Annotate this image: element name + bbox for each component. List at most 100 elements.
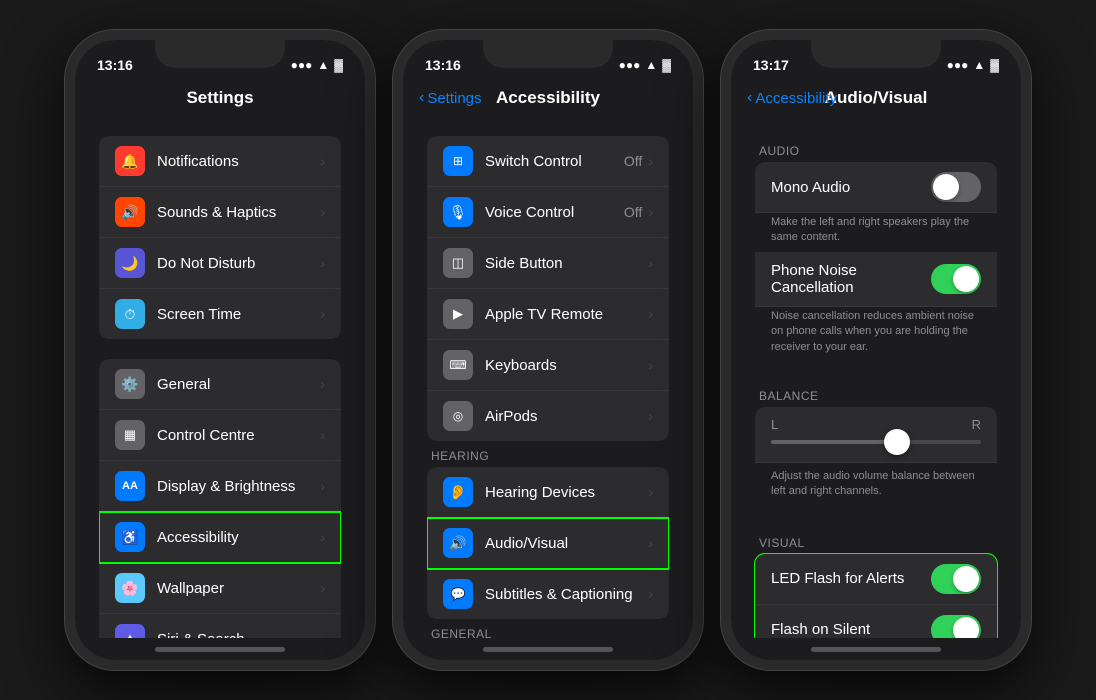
screentime-icon: ⏱ — [115, 299, 145, 329]
switchcontrol-value: Off — [624, 153, 642, 169]
flashsilent-toggle[interactable] — [931, 615, 981, 638]
list-item-airpods[interactable]: ◎ AirPods › — [427, 391, 669, 441]
settings-content-3: AUDIO Mono Audio Make the left and right… — [731, 116, 1021, 638]
section-2: ⚙️ General › ▦ Control Centre › AA Displ… — [99, 359, 341, 638]
list-item-screentime[interactable]: ⏱ Screen Time › — [99, 289, 341, 339]
toggle-knob — [953, 617, 979, 638]
chevron-icon: › — [320, 478, 325, 494]
list-item-subtitles[interactable]: 💬 Subtitles & Captioning › — [427, 569, 669, 619]
status-time-2: 13:16 — [425, 57, 461, 73]
slider-labels: L R — [771, 417, 981, 432]
phone-1: 13:16 ●●● ▲ ▓ Settings 🔔 Notification — [65, 30, 375, 670]
monoaudio-desc: Make the left and right speakers play th… — [755, 213, 997, 252]
list-item-flashsilent[interactable]: Flash on Silent — [755, 605, 997, 638]
list-item-audiovisual[interactable]: 🔊 Audio/Visual › — [427, 518, 669, 569]
page-title-1: Settings — [186, 88, 253, 108]
back-label-2: Settings — [427, 90, 481, 107]
voicecontrol-label: Voice Control — [485, 204, 624, 221]
back-chevron-icon-3: ‹ — [747, 89, 752, 107]
siri-label: Siri & Search — [157, 631, 320, 639]
ledflash-toggle[interactable] — [931, 564, 981, 594]
monoaudio-label: Mono Audio — [771, 179, 931, 196]
signal-icon: ●●● — [947, 58, 969, 72]
list-item-noisecancellation[interactable]: Phone Noise Cancellation — [755, 252, 997, 307]
home-indicator-3 — [731, 638, 1021, 660]
accessibility-label: Accessibility — [157, 529, 320, 546]
section-3-balance: L R Adjust the audio volume balance betw… — [755, 407, 997, 508]
toggle-knob — [953, 266, 979, 292]
general-label: General — [157, 376, 320, 393]
status-time-3: 13:17 — [753, 57, 789, 73]
keyboards-icon: ⌨ — [443, 350, 473, 380]
status-icons-2: ●●● ▲ ▓ — [619, 58, 671, 72]
battery-icon: ▓ — [662, 58, 671, 72]
sounds-icon: 🔊 — [115, 197, 145, 227]
dnd-label: Do Not Disturb — [157, 255, 320, 272]
chevron-icon: › — [320, 529, 325, 545]
list-item-dnd[interactable]: 🌙 Do Not Disturb › — [99, 238, 341, 289]
wallpaper-icon: 🌸 — [115, 573, 145, 603]
audio-header: AUDIO — [743, 136, 1009, 162]
chevron-icon: › — [320, 376, 325, 392]
voicecontrol-icon: 🎙 — [443, 197, 473, 227]
balance-item: L R — [755, 407, 997, 463]
list-item-keyboards[interactable]: ⌨ Keyboards › — [427, 340, 669, 391]
slider-thumb[interactable] — [884, 429, 910, 455]
noisecancellation-label: Phone Noise Cancellation — [771, 262, 931, 296]
notch-3 — [811, 40, 941, 68]
monoaudio-toggle[interactable] — [931, 172, 981, 202]
chevron-icon: › — [648, 204, 653, 220]
list-item-appleremote[interactable]: ▶ Apple TV Remote › — [427, 289, 669, 340]
chevron-icon: › — [648, 535, 653, 551]
sidebutton-label: Side Button — [485, 255, 648, 272]
audiovisual-label: Audio/Visual — [485, 535, 648, 552]
phone-2: 13:16 ●●● ▲ ▓ ‹ Settings Accessibility — [393, 30, 703, 670]
switchcontrol-icon: ⊞ — [443, 146, 473, 176]
balance-slider[interactable] — [771, 440, 981, 444]
list-item-wallpaper[interactable]: 🌸 Wallpaper › — [99, 563, 341, 614]
dnd-icon: 🌙 — [115, 248, 145, 278]
back-button-3[interactable]: ‹ Accessibility — [747, 89, 837, 107]
list-item-control[interactable]: ▦ Control Centre › — [99, 410, 341, 461]
signal-icon: ●●● — [291, 58, 313, 72]
status-icons-3: ●●● ▲ ▓ — [947, 58, 999, 72]
list-item-monoaudio[interactable]: Mono Audio — [755, 162, 997, 213]
list-item-switchcontrol[interactable]: ⊞ Switch Control Off › — [427, 136, 669, 187]
toggle-knob — [933, 174, 959, 200]
wifi-icon: ▲ — [317, 58, 329, 72]
chevron-icon: › — [648, 586, 653, 602]
home-bar-3 — [811, 647, 941, 652]
toggle-knob — [953, 566, 979, 592]
back-button-2[interactable]: ‹ Settings — [419, 89, 482, 107]
appleremote-label: Apple TV Remote — [485, 306, 648, 323]
control-label: Control Centre — [157, 427, 320, 444]
section-2-hearing: 👂 Hearing Devices › 🔊 Audio/Visual › 💬 S… — [427, 467, 669, 619]
airpods-label: AirPods — [485, 408, 648, 425]
list-item-sounds[interactable]: 🔊 Sounds & Haptics › — [99, 187, 341, 238]
status-icons-1: ●●● ▲ ▓ — [291, 58, 343, 72]
back-label-3: Accessibility — [755, 90, 837, 107]
section-3-audio: Mono Audio Make the left and right speak… — [755, 162, 997, 361]
chevron-icon: › — [320, 427, 325, 443]
airpods-icon: ◎ — [443, 401, 473, 431]
list-item-ledflash[interactable]: LED Flash for Alerts — [755, 554, 997, 605]
home-indicator-2 — [403, 638, 693, 660]
hearingdevices-label: Hearing Devices — [485, 484, 648, 501]
balance-left-label: L — [771, 417, 778, 432]
list-item-siri[interactable]: ✦ Siri & Search › — [99, 614, 341, 638]
general-icon: ⚙️ — [115, 369, 145, 399]
list-item-notifications[interactable]: 🔔 Notifications › — [99, 136, 341, 187]
notch-2 — [483, 40, 613, 68]
list-item-voicecontrol[interactable]: 🎙 Voice Control Off › — [427, 187, 669, 238]
chevron-icon: › — [648, 484, 653, 500]
list-item-display[interactable]: AA Display & Brightness › — [99, 461, 341, 512]
list-item-accessibility[interactable]: ♿ Accessibility › — [99, 512, 341, 563]
noisecancellation-toggle[interactable] — [931, 264, 981, 294]
general-header-2: GENERAL — [415, 619, 681, 638]
chevron-icon: › — [320, 153, 325, 169]
list-item-general[interactable]: ⚙️ General › — [99, 359, 341, 410]
list-item-sidebutton[interactable]: ◫ Side Button › — [427, 238, 669, 289]
notifications-icon: 🔔 — [115, 146, 145, 176]
list-item-hearingdevices[interactable]: 👂 Hearing Devices › — [427, 467, 669, 518]
slider-fill — [771, 440, 897, 444]
